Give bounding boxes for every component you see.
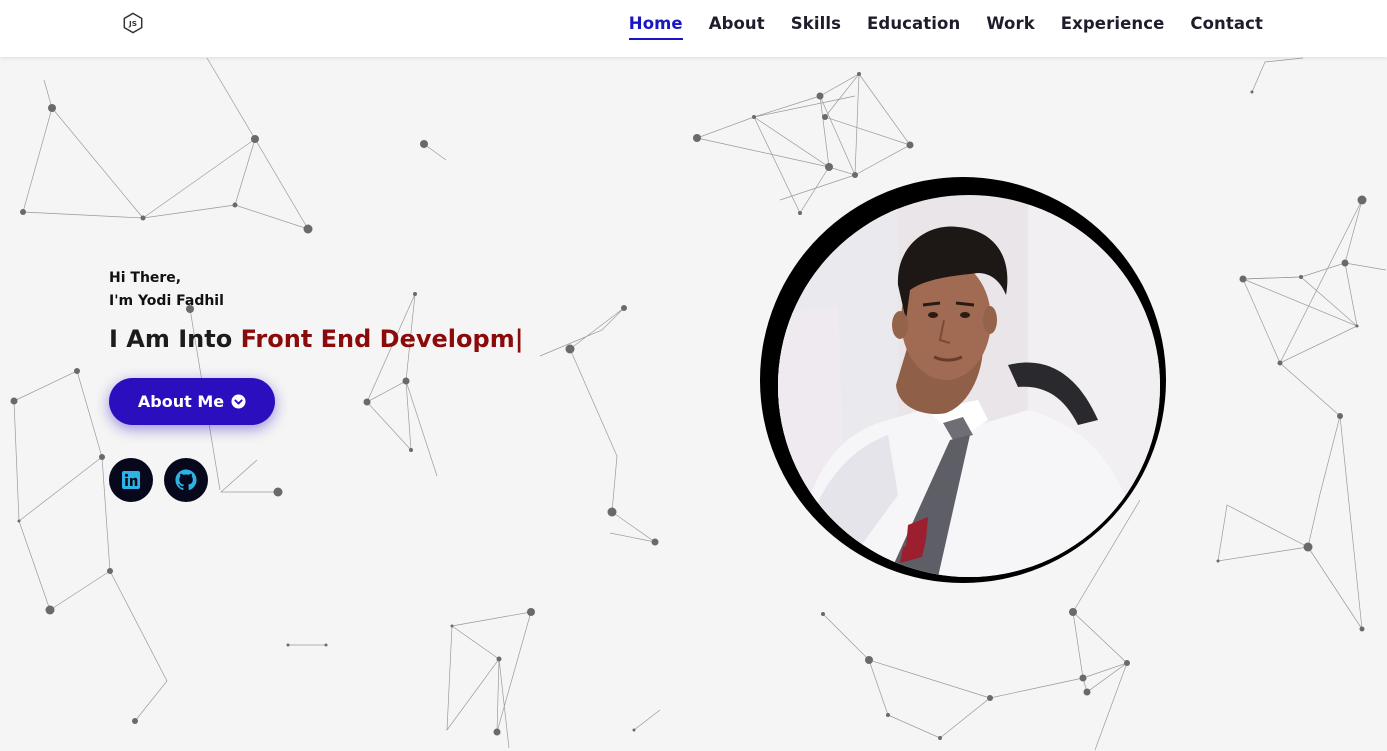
greeting-line-2: I'm Yodi Fadhil bbox=[109, 293, 224, 309]
linkedin-icon bbox=[122, 471, 140, 489]
github-link[interactable] bbox=[164, 458, 208, 502]
top-navbar: JS Home About Skills Education Work Expe… bbox=[0, 0, 1387, 57]
nav-link-work[interactable]: Work bbox=[986, 14, 1034, 40]
nav-link-contact[interactable]: Contact bbox=[1190, 14, 1263, 40]
profile-photo-illustration bbox=[778, 195, 1160, 577]
nav-link-skills[interactable]: Skills bbox=[791, 14, 841, 40]
github-icon bbox=[175, 469, 197, 491]
chevron-circle-down-icon bbox=[231, 394, 246, 409]
main-nav: Home About Skills Education Work Experie… bbox=[603, 14, 1263, 40]
about-me-button[interactable]: About Me bbox=[109, 378, 275, 425]
nav-link-about[interactable]: About bbox=[709, 14, 765, 40]
nav-link-home[interactable]: Home bbox=[628, 14, 683, 40]
greeting-line-1: Hi There, bbox=[109, 270, 182, 286]
nodejs-icon[interactable]: JS bbox=[122, 12, 144, 34]
profile-photo bbox=[778, 195, 1160, 577]
linkedin-link[interactable] bbox=[109, 458, 153, 502]
role-typed-text: Front End Developm| bbox=[240, 325, 524, 353]
svg-text:JS: JS bbox=[128, 19, 137, 28]
particle-network-background bbox=[10, 57, 1387, 751]
role-heading: I Am Into Front End Developm| bbox=[109, 325, 523, 353]
about-me-button-label: About Me bbox=[137, 392, 225, 411]
nav-link-education[interactable]: Education bbox=[867, 14, 960, 40]
role-prefix: I Am Into bbox=[109, 325, 233, 353]
nav-link-experience[interactable]: Experience bbox=[1061, 14, 1165, 40]
hero-intro: Hi There, I'm Yodi Fadhil I Am Into Fron… bbox=[109, 267, 523, 353]
